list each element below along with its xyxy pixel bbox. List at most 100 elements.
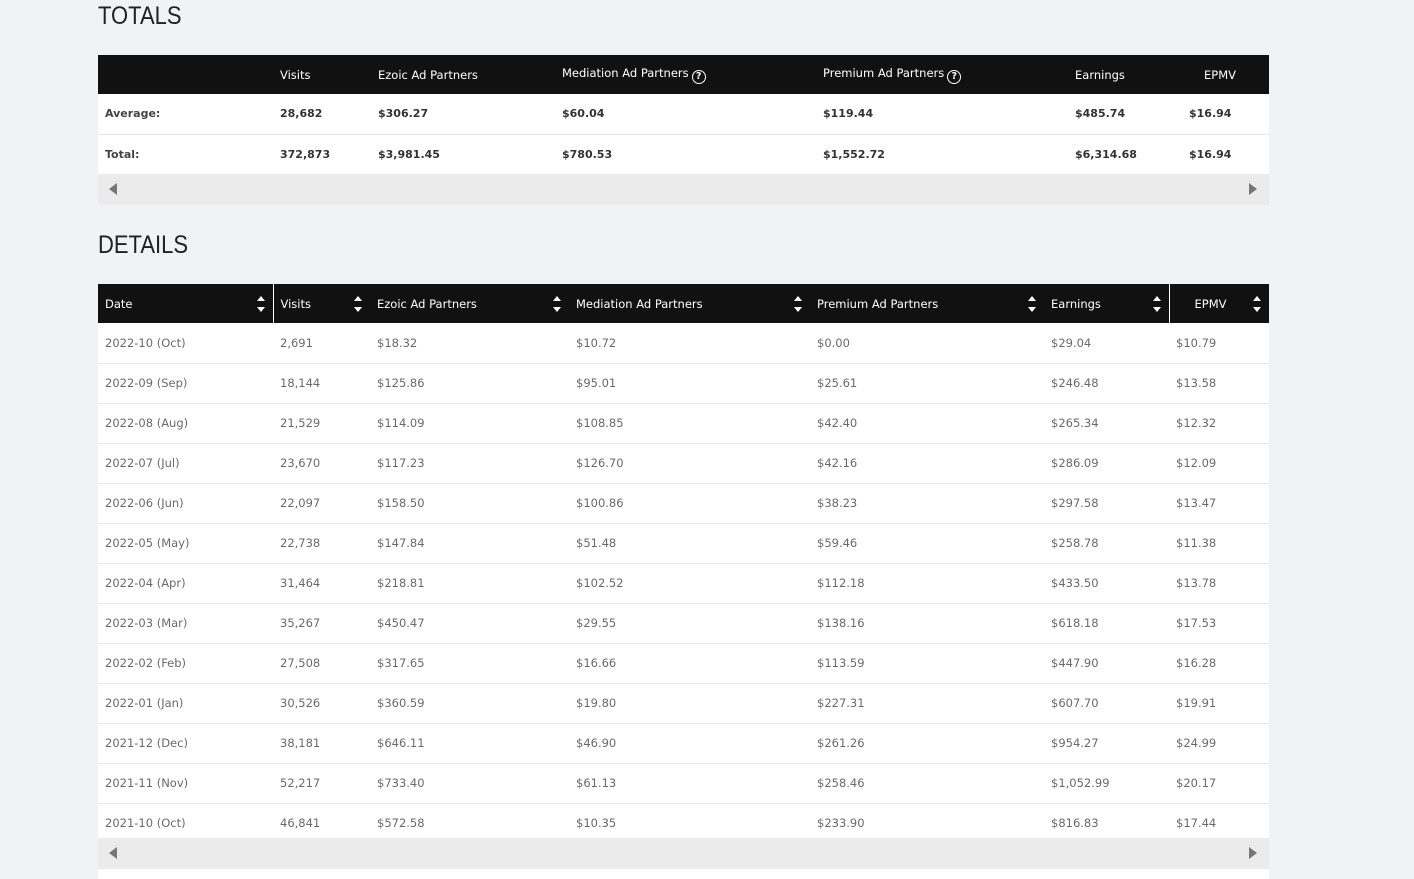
cell-epmv: $13.78 xyxy=(1176,576,1217,590)
cell-date: 2022-09 (Sep) xyxy=(105,376,188,390)
table-row: 2022-04 (Apr) 31,464 $218.81 $102.52 $112.18… xyxy=(98,563,1269,603)
cell-epmv: $17.44 xyxy=(1176,816,1217,830)
cell-premium: $227.31 xyxy=(817,696,865,710)
cell-earnings: $297.58 xyxy=(1051,496,1099,510)
cell-ezoic: $158.50 xyxy=(377,496,425,510)
cell-earnings: $447.90 xyxy=(1051,656,1099,670)
details-header-premium-label: Premium Ad Partners xyxy=(817,296,939,311)
details-panel: Date Visits Ezoic Ad Partners Mediation … xyxy=(98,284,1269,879)
table-row: 2022-08 (Aug) 21,529 $114.09 $108.85 $42.40 $… xyxy=(98,403,1269,443)
cell-mediation: $102.52 xyxy=(576,576,624,590)
sort-icon[interactable] xyxy=(1152,296,1161,312)
table-row: 2022-07 (Jul) 23,670 $117.23 $126.70 $42.16 $… xyxy=(98,443,1269,483)
details-header-ezoic[interactable]: Ezoic Ad Partners xyxy=(370,284,569,323)
arrow-right-icon[interactable] xyxy=(1249,847,1257,859)
sort-icon[interactable] xyxy=(1253,296,1261,312)
details-header-date[interactable]: Date xyxy=(98,284,273,323)
cell-mediation: $51.48 xyxy=(576,536,617,550)
arrow-right-icon[interactable] xyxy=(1249,183,1257,195)
cell-earnings: $286.09 xyxy=(1051,456,1099,470)
cell-epmv: $10.79 xyxy=(1176,335,1217,350)
cell-date: 2022-02 (Feb) xyxy=(105,656,187,670)
cell-premium: $59.46 xyxy=(817,536,858,550)
details-header-visits[interactable]: Visits xyxy=(272,284,370,323)
table-row: 2021-11 (Nov) 52,217 $733.40 $61.13 $258.46 $… xyxy=(98,763,1269,803)
cell-mediation: $10.72 xyxy=(576,335,617,350)
totals-header-premium: Premium Ad Partners? xyxy=(816,55,1068,94)
cell-premium: $38.23 xyxy=(817,496,858,510)
sort-icon[interactable] xyxy=(553,296,561,312)
details-header-premium[interactable]: Premium Ad Partners xyxy=(810,284,1044,323)
cell-ezoic: $572.58 xyxy=(377,816,425,830)
cell-earnings: $816.83 xyxy=(1051,816,1099,830)
details-header-visits-label: Visits xyxy=(280,296,312,311)
arrow-left-icon[interactable] xyxy=(109,847,117,859)
cell-visits: 23,670 xyxy=(280,456,321,470)
cell-earnings: $1,052.99 xyxy=(1051,776,1110,790)
cell-earnings: $6,314.68 xyxy=(1075,147,1137,161)
cell-earnings: $258.78 xyxy=(1051,536,1099,550)
sort-icon[interactable] xyxy=(256,296,265,312)
details-header-epmv-label: EPMV xyxy=(1194,296,1227,311)
table-row: 2022-03 (Mar) 35,267 $450.47 $29.55 $138.16 $… xyxy=(98,603,1269,643)
totals-header-epmv: EPMV xyxy=(1204,67,1236,82)
totals-header-mediation-label: Mediation Ad Partners xyxy=(562,65,689,80)
cell-label: Total: xyxy=(105,147,140,161)
sort-icon[interactable] xyxy=(1028,296,1036,312)
table-row: 2021-12 (Dec) 38,181 $646.11 $46.90 $261.26 $… xyxy=(98,723,1269,763)
sort-icon[interactable] xyxy=(794,296,802,312)
cell-epmv: $17.53 xyxy=(1176,616,1217,630)
cell-earnings: $485.74 xyxy=(1075,107,1126,121)
details-header-epmv[interactable]: EPMV xyxy=(1168,284,1269,323)
cell-mediation: $19.80 xyxy=(576,696,617,710)
cell-premium: $119.44 xyxy=(823,107,874,121)
cell-ezoic: $117.23 xyxy=(377,456,425,470)
cell-mediation: $46.90 xyxy=(576,736,617,750)
details-header-mediation[interactable]: Mediation Ad Partners xyxy=(569,284,810,323)
cell-mediation: $126.70 xyxy=(576,456,624,470)
totals-horizontal-scrollbar[interactable] xyxy=(98,174,1269,205)
details-header-earnings[interactable]: Earnings xyxy=(1044,284,1169,323)
cell-visits: 52,217 xyxy=(280,776,321,790)
cell-premium: $42.40 xyxy=(817,416,858,430)
cell-epmv: $20.17 xyxy=(1176,776,1217,790)
cell-ezoic: $147.84 xyxy=(377,536,425,550)
cell-earnings: $433.50 xyxy=(1051,576,1099,590)
cell-mediation: $60.04 xyxy=(562,107,605,121)
cell-epmv: $16.94 xyxy=(1189,107,1232,121)
cell-visits: 30,526 xyxy=(280,696,321,710)
question-circle-icon[interactable]: ? xyxy=(691,69,706,84)
cell-premium: $258.46 xyxy=(817,776,865,790)
cell-date: 2021-10 (Oct) xyxy=(105,816,186,830)
cell-date: 2021-12 (Dec) xyxy=(105,736,188,750)
cell-mediation: $16.66 xyxy=(576,656,617,670)
cell-visits: 22,097 xyxy=(280,496,321,510)
cell-ezoic: $3,981.45 xyxy=(378,147,440,161)
totals-header-visits: Visits xyxy=(280,67,311,82)
cell-date: 2022-05 (May) xyxy=(105,536,190,550)
details-title: DETAILS xyxy=(98,231,189,259)
details-header-mediation-label: Mediation Ad Partners xyxy=(576,296,703,311)
arrow-left-icon[interactable] xyxy=(109,183,117,195)
sort-icon[interactable] xyxy=(354,296,362,312)
cell-premium: $0.00 xyxy=(817,335,850,350)
totals-header-premium-label: Premium Ad Partners xyxy=(823,65,945,80)
details-horizontal-scrollbar[interactable] xyxy=(98,838,1269,869)
cell-earnings: $265.34 xyxy=(1051,416,1099,430)
cell-visits: 28,682 xyxy=(280,107,323,121)
cell-premium: $112.18 xyxy=(817,576,865,590)
cell-premium: $25.61 xyxy=(817,376,858,390)
cell-ezoic: $114.09 xyxy=(377,416,425,430)
table-row: Total: 372,873 $3,981.45 $780.53 $1,552.72 $6… xyxy=(98,134,1269,174)
cell-visits: 2,691 xyxy=(280,335,313,350)
cell-mediation: $100.86 xyxy=(576,496,624,510)
cell-ezoic: $733.40 xyxy=(377,776,425,790)
cell-visits: 18,144 xyxy=(280,376,321,390)
table-row: 2022-06 (Jun) 22,097 $158.50 $100.86 $38.23 $… xyxy=(98,483,1269,523)
cell-date: 2022-07 (Jul) xyxy=(105,456,180,470)
table-row: 2022-09 (Sep) 18,144 $125.86 $95.01 $25.61 $2… xyxy=(98,363,1269,403)
cell-epmv: $16.28 xyxy=(1176,656,1217,670)
cell-epmv: $16.94 xyxy=(1189,147,1232,161)
question-circle-icon[interactable]: ? xyxy=(947,69,962,84)
cell-ezoic: $18.32 xyxy=(377,335,418,350)
